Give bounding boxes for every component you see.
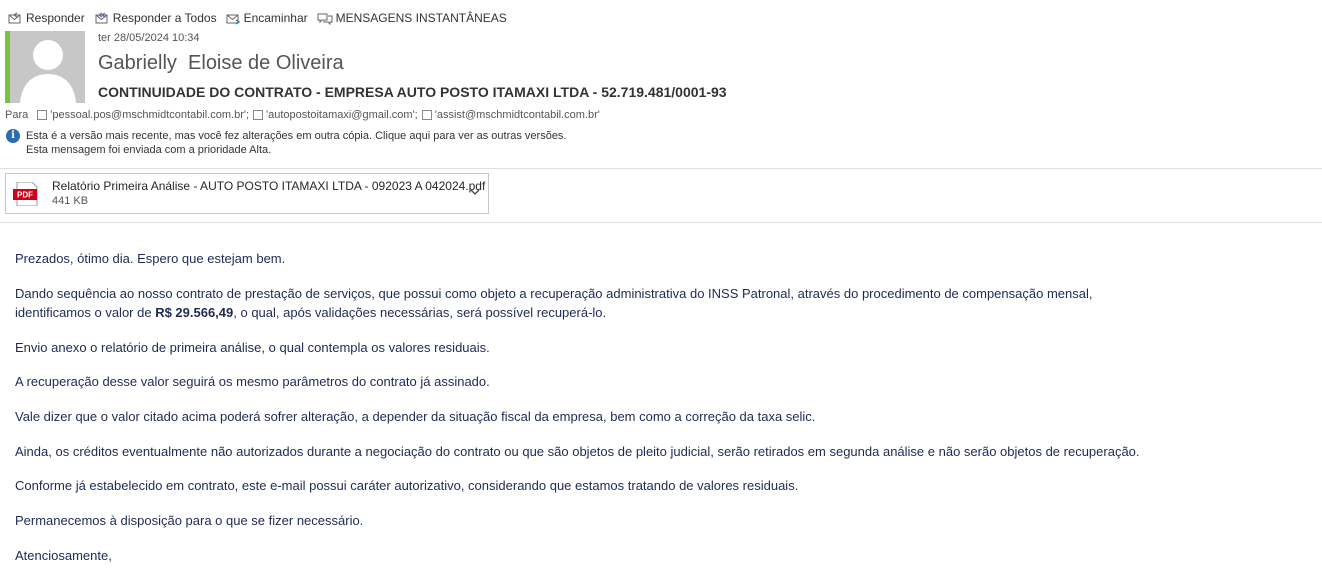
person-placeholder-icon	[10, 31, 85, 103]
reply-icon	[8, 11, 21, 23]
sender-name[interactable]: Gabrielly Eloise de Oliveira	[98, 52, 344, 75]
pdf-file-icon: PDF	[13, 182, 38, 206]
highlighted-amount: R$ 29.566,49	[155, 304, 234, 320]
to-label: Para	[5, 109, 29, 121]
divider	[0, 222, 1322, 223]
forward-label: Encaminhar	[243, 11, 308, 25]
body-paragraph: Ainda, os créditos eventualmente não aut…	[15, 444, 1140, 459]
recipient[interactable]: 'assist@mschmidtcontabil.com.br'	[421, 109, 600, 121]
body-paragraph: Permanecemos à disposição para o que se …	[15, 513, 364, 528]
message-toolbar: Responder Responder a Todos Encaminhar M…	[8, 9, 516, 27]
body-text: identificamos o valor de	[15, 304, 156, 320]
recipient-address: 'pessoal.pos@mschmidtcontabil.com.br';	[50, 109, 250, 121]
body-paragraph: Vale dizer que o valor citado acima pode…	[15, 409, 816, 424]
recipient-checkbox-icon	[253, 110, 264, 120]
body-paragraph: Conforme já estabelecido em contrato, es…	[15, 478, 799, 493]
chevron-down-icon[interactable]	[469, 187, 481, 197]
info-bar[interactable]: i Esta é a versão mais recente, mas você…	[6, 129, 567, 157]
recipient-address: 'autopostoitamaxi@gmail.com';	[266, 109, 418, 121]
reply-all-icon	[95, 12, 108, 23]
chat-icon	[317, 13, 333, 25]
body-paragraph: A recuperação desse valor seguirá os mes…	[15, 374, 490, 389]
body-paragraph: Atenciosamente,	[15, 548, 112, 563]
recipients-row: Para 'pessoal.pos@mschmidtcontabil.com.b…	[5, 109, 604, 121]
recipient-address: 'assist@mschmidtcontabil.com.br'	[434, 109, 600, 121]
recipient[interactable]: 'autopostoitamaxi@gmail.com';	[253, 109, 418, 121]
recipient[interactable]: 'pessoal.pos@mschmidtcontabil.com.br';	[37, 109, 249, 121]
forward-icon	[226, 14, 240, 25]
attachment-card[interactable]: PDF Relatório Primeira Análise - AUTO PO…	[5, 173, 489, 214]
body-text: Dando sequência ao nosso contrato de pre…	[15, 286, 1093, 301]
recipient-checkbox-icon	[37, 110, 48, 120]
message-subject: CONTINUIDADE DO CONTRATO - EMPRESA AUTO …	[98, 84, 727, 100]
reply-label: Responder	[26, 11, 85, 25]
attachment-name: Relatório Primeira Análise - AUTO POSTO …	[52, 179, 486, 193]
info-icon: i	[6, 129, 20, 143]
instant-messages-button[interactable]: MENSAGENS INSTANTÂNEAS	[317, 11, 507, 25]
sender-avatar[interactable]	[10, 31, 85, 103]
instant-messages-label: MENSAGENS INSTANTÂNEAS	[335, 11, 507, 25]
attachment-size: 441 KB	[52, 195, 89, 207]
versions-notice[interactable]: Esta é a versão mais recente, mas você f…	[26, 129, 567, 143]
body-text: , o qual, após validações necessárias, s…	[233, 304, 607, 320]
reply-all-label: Responder a Todos	[112, 11, 217, 25]
recipient-checkbox-icon	[421, 110, 432, 120]
body-paragraph: Prezados, ótimo dia. Espero que estejam …	[15, 251, 286, 266]
priority-notice: Esta mensagem foi enviada com a priorida…	[26, 144, 272, 156]
reply-all-button[interactable]: Responder a Todos	[94, 11, 217, 25]
body-paragraph: Envio anexo o relatório de primeira anál…	[15, 340, 490, 355]
body-paragraph: Dando sequência ao nosso contrato de pre…	[15, 285, 1092, 322]
pdf-badge-label: PDF	[17, 191, 33, 200]
forward-button[interactable]: Encaminhar	[226, 11, 308, 25]
divider	[0, 168, 1322, 169]
message-date: ter 28/05/2024 10:34	[98, 32, 200, 44]
reply-button[interactable]: Responder	[8, 11, 85, 25]
